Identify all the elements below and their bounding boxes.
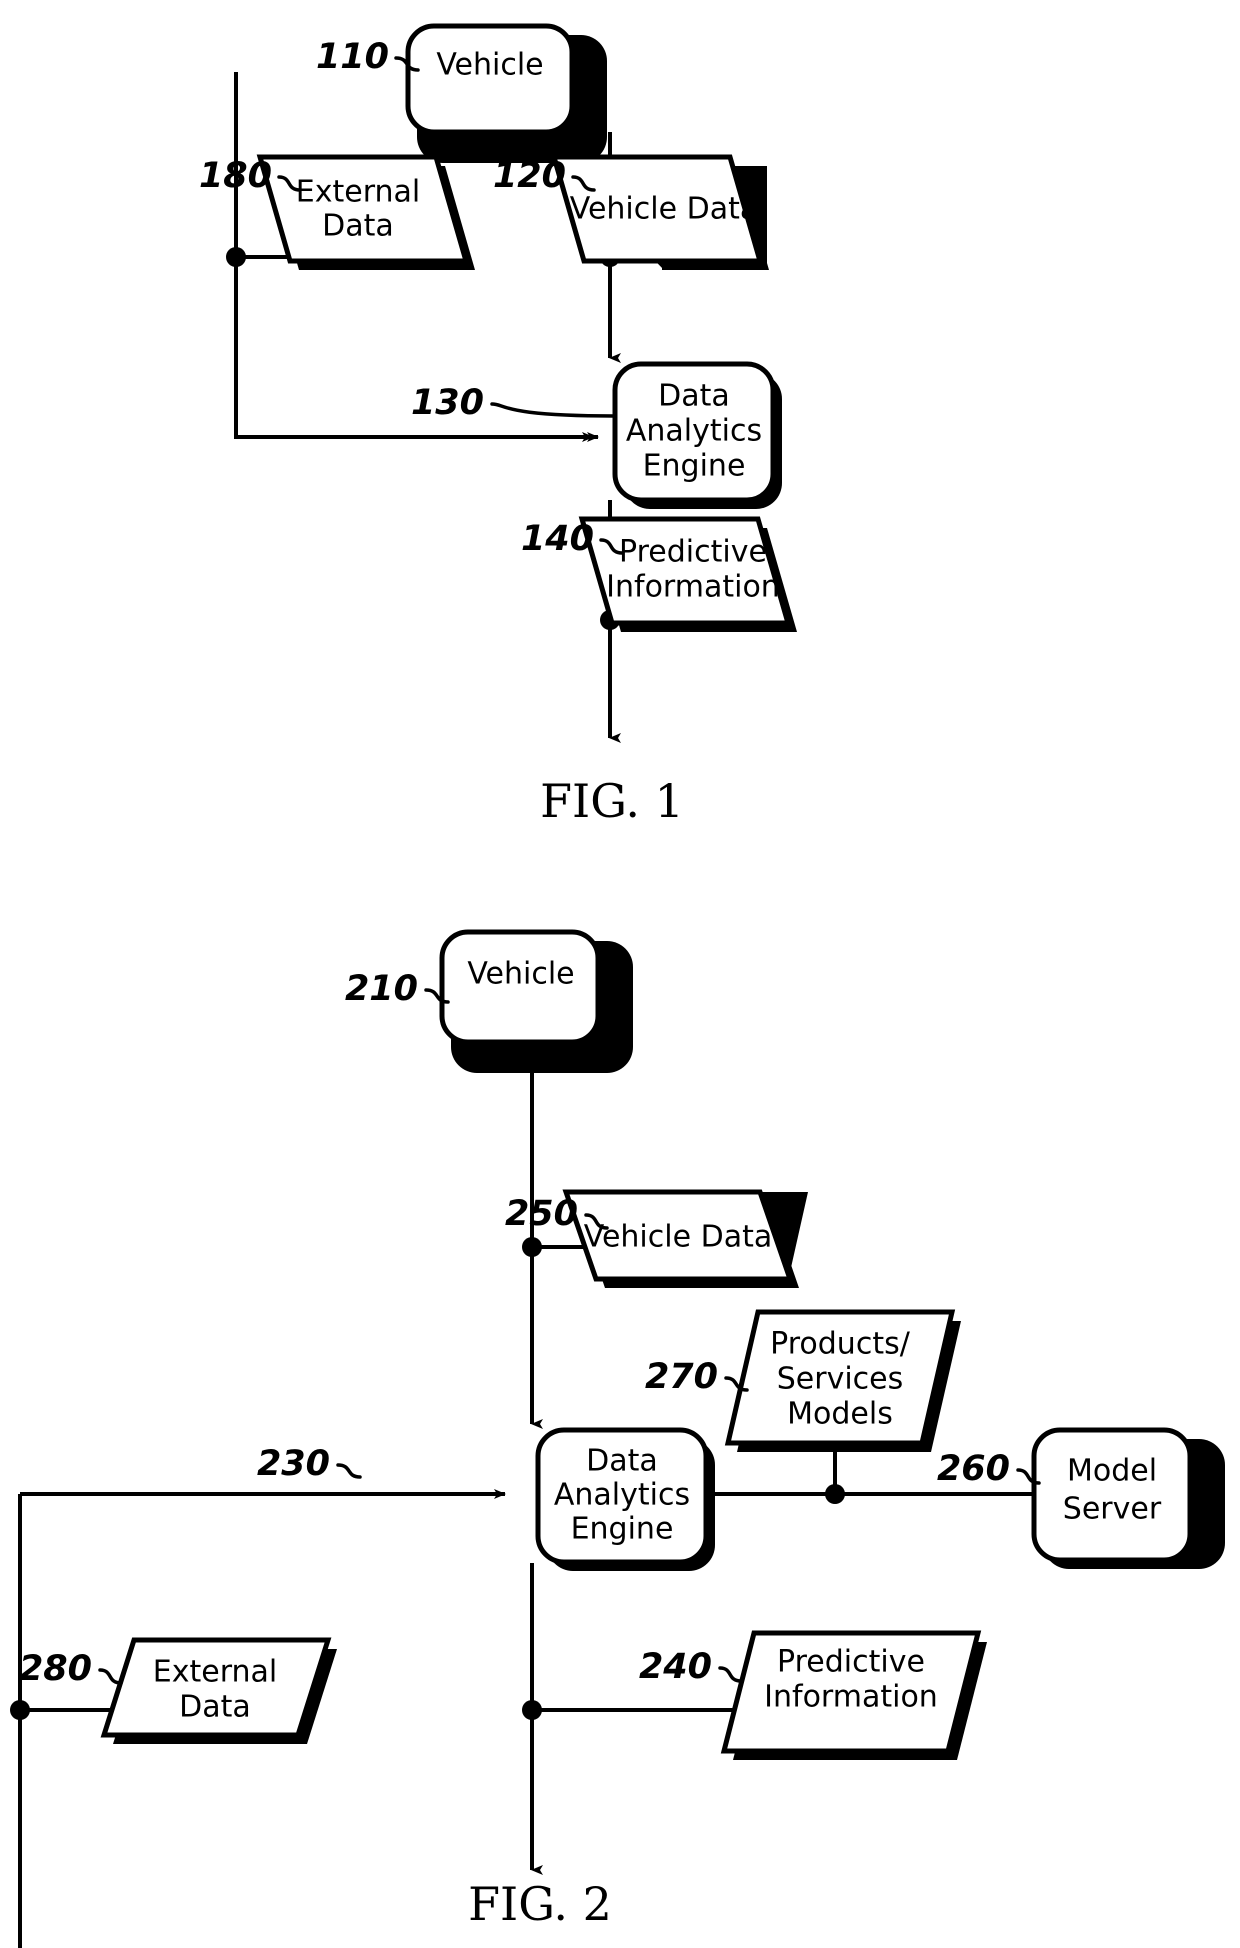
fig2-ref-210: 210 xyxy=(345,969,418,1009)
fig1-external-data-label-1: External xyxy=(296,175,420,210)
fig2-predictive-label-2: Information xyxy=(764,1680,938,1715)
fig1-engine-label-3: Engine xyxy=(643,449,746,484)
drawing-canvas: Vehicle 110 External Data 180 Vehicle Da… xyxy=(10,23,1225,1948)
figure-1: Vehicle 110 External Data 180 Vehicle Da… xyxy=(199,23,797,828)
fig1-ref-110: 110 xyxy=(316,37,389,77)
fig1-predictive-label-1: Predictive xyxy=(619,535,767,570)
fig1-engine-label-2: Analytics xyxy=(626,414,762,449)
fig1-ref-130: 130 xyxy=(411,383,484,423)
fig2-node-vehicle[interactable]: Vehicle xyxy=(439,929,633,1073)
fig1-junction-dot-external-data xyxy=(226,247,246,267)
fig2-node-products-services-models[interactable]: Products/ Services Models xyxy=(724,1309,961,1452)
fig1-predictive-label-2: Information xyxy=(606,570,780,605)
fig2-node-predictive-information[interactable]: Predictive Information xyxy=(720,1630,987,1760)
fig2-vehicle-data-label: Vehicle Data xyxy=(584,1220,772,1255)
fig2-junction-dot-products-services-models xyxy=(825,1484,845,1504)
fig2-psm-label-1: Products/ xyxy=(770,1327,911,1362)
fig1-external-data-label-2: Data xyxy=(322,209,394,244)
fig1-node-data-analytics-engine[interactable]: Data Analytics Engine xyxy=(612,361,782,509)
figure-2: Vehicle 210 Vehicle Data 250 Products/ S… xyxy=(10,929,1225,1948)
fig2-model-server-label-2: Server xyxy=(1063,1492,1162,1527)
fig2-ref-230: 230 xyxy=(257,1444,330,1484)
fig2-external-data-label-2: Data xyxy=(179,1690,251,1725)
fig2-leader-280 xyxy=(98,1668,123,1685)
fig2-engine-label-2: Analytics xyxy=(554,1478,690,1513)
fig2-node-model-server[interactable]: Model Server xyxy=(1031,1427,1225,1569)
fig1-caption: FIG. 1 xyxy=(540,774,684,828)
patent-drawing-sheet: Vehicle 110 External Data 180 Vehicle Da… xyxy=(0,0,1240,1948)
fig2-ref-280: 280 xyxy=(19,1649,92,1689)
fig2-engine-label-3: Engine xyxy=(571,1512,674,1547)
fig2-external-data-label-1: External xyxy=(153,1655,277,1690)
fig1-node-vehicle-data[interactable]: Vehicle Data xyxy=(550,154,769,270)
fig2-model-server-label-1: Model xyxy=(1067,1454,1157,1489)
fig2-junction-dot-external-data xyxy=(10,1700,30,1720)
fig2-psm-label-2: Services xyxy=(777,1362,904,1397)
fig2-caption: FIG. 2 xyxy=(468,1877,612,1931)
fig2-psm-label-3: Models xyxy=(787,1397,893,1432)
fig1-node-predictive-information[interactable]: Predictive Information xyxy=(578,516,797,632)
fig2-leader-240 xyxy=(718,1666,743,1683)
fig2-ref-270: 270 xyxy=(645,1357,718,1397)
fig1-ref-140: 140 xyxy=(521,519,594,559)
fig2-predictive-label-1: Predictive xyxy=(777,1645,925,1680)
fig1-node-external-data[interactable]: External Data xyxy=(256,154,475,270)
fig2-junction-dot-vehicle-data xyxy=(522,1237,542,1257)
fig2-ref-260: 260 xyxy=(937,1449,1010,1489)
fig2-node-data-analytics-engine[interactable]: Data Analytics Engine xyxy=(535,1427,715,1571)
fig2-junction-dot-predictive-information xyxy=(522,1700,542,1720)
fig2-engine-label-1: Data xyxy=(586,1444,658,1479)
fig2-node-vehicle-data[interactable]: Vehicle Data xyxy=(562,1189,808,1289)
fig2-node-external-data[interactable]: External Data xyxy=(100,1637,337,1744)
fig1-ref-120: 120 xyxy=(493,156,566,196)
fig1-leader-130 xyxy=(490,402,616,418)
fig1-engine-label-1: Data xyxy=(658,379,730,414)
fig2-leader-230 xyxy=(336,1463,362,1479)
fig2-ref-250: 250 xyxy=(505,1194,578,1234)
fig1-vehicle-label: Vehicle xyxy=(436,48,543,83)
fig2-ref-240: 240 xyxy=(639,1647,712,1687)
fig1-ref-180: 180 xyxy=(199,156,272,196)
fig2-vehicle-label: Vehicle xyxy=(467,957,574,992)
fig1-vehicle-data-label: Vehicle Data xyxy=(570,192,758,227)
fig1-node-vehicle[interactable]: Vehicle xyxy=(405,23,607,163)
